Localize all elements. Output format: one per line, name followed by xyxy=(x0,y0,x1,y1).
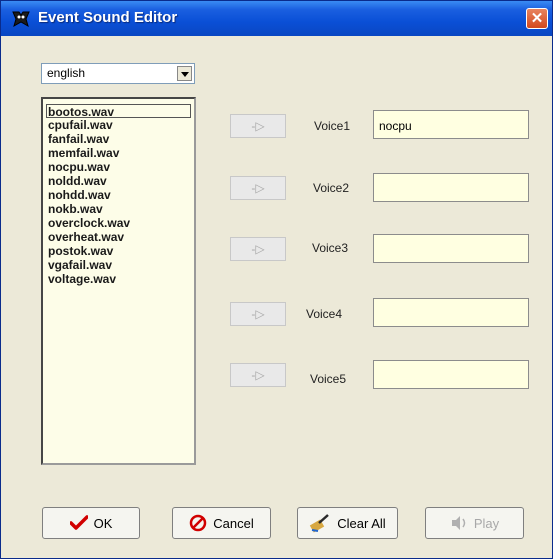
clear-all-label: Clear All xyxy=(337,515,386,531)
voice5-field[interactable] xyxy=(373,360,529,389)
assign-voice3-button[interactable]: -▷ xyxy=(230,237,286,261)
list-item[interactable]: fanfail.wav xyxy=(48,132,109,146)
chevron-down-icon xyxy=(181,72,189,77)
voice2-field[interactable] xyxy=(373,173,529,202)
play-button[interactable]: Play xyxy=(425,507,524,539)
list-item[interactable]: memfail.wav xyxy=(48,146,119,160)
voice3-label: Voice3 xyxy=(312,241,349,255)
list-item[interactable]: noldd.wav xyxy=(48,174,107,188)
arrow-right-icon: -▷ xyxy=(251,368,265,382)
list-item[interactable]: voltage.wav xyxy=(48,272,116,286)
voice2-label: Voice2 xyxy=(313,181,350,195)
ok-button[interactable]: OK xyxy=(42,507,140,539)
list-item[interactable]: nocpu.wav xyxy=(48,160,110,174)
list-item[interactable]: cpufail.wav xyxy=(48,118,113,132)
arrow-right-icon: -▷ xyxy=(251,307,265,321)
assign-voice2-button[interactable]: -▷ xyxy=(230,176,286,200)
close-icon: ✕ xyxy=(530,10,544,27)
sound-file-list[interactable]: bootos.wav cpufail.wav fanfail.wav memfa… xyxy=(41,97,196,465)
event-sound-editor-window: Event Sound Editor ✕ english bootos.wav … xyxy=(0,0,553,559)
voice1-label: Voice1 xyxy=(314,119,351,133)
voice4-label: Voice4 xyxy=(306,307,343,321)
language-select-value: english xyxy=(47,66,86,80)
assign-voice1-button[interactable]: -▷ xyxy=(230,114,286,138)
voice3-field[interactable] xyxy=(373,234,529,263)
close-button[interactable]: ✕ xyxy=(526,8,548,29)
cancel-button[interactable]: Cancel xyxy=(172,507,271,539)
assign-voice4-button[interactable]: -▷ xyxy=(230,302,286,326)
title-bar[interactable]: Event Sound Editor ✕ xyxy=(1,1,552,36)
voice5-label: Voice5 xyxy=(310,372,347,386)
assign-voice5-button[interactable]: -▷ xyxy=(230,363,286,387)
dropdown-button[interactable] xyxy=(177,66,192,81)
list-item[interactable]: bootos.wav xyxy=(46,104,191,119)
eraser-icon xyxy=(310,514,330,533)
checkmark-icon xyxy=(69,515,88,530)
voice4-field[interactable] xyxy=(373,298,529,327)
list-item[interactable]: nohdd.wav xyxy=(48,188,111,202)
app-icon xyxy=(12,11,30,28)
speaker-icon xyxy=(451,516,466,530)
list-item[interactable]: overclock.wav xyxy=(48,216,130,230)
cancel-label: Cancel xyxy=(213,515,254,531)
list-item[interactable]: postok.wav xyxy=(48,244,113,258)
language-select[interactable]: english xyxy=(41,63,195,84)
arrow-right-icon: -▷ xyxy=(251,119,265,133)
play-label: Play xyxy=(473,515,500,531)
voice1-field[interactable]: nocpu xyxy=(373,110,529,139)
list-item[interactable]: overheat.wav xyxy=(48,230,124,244)
list-item[interactable]: nokb.wav xyxy=(48,202,103,216)
cancel-icon xyxy=(190,514,207,532)
arrow-right-icon: -▷ xyxy=(251,242,265,256)
list-item[interactable]: vgafail.wav xyxy=(48,258,112,272)
clear-all-button[interactable]: Clear All xyxy=(297,507,398,539)
window-title: Event Sound Editor xyxy=(38,9,178,26)
arrow-right-icon: -▷ xyxy=(251,181,265,195)
ok-label: OK xyxy=(93,515,113,531)
